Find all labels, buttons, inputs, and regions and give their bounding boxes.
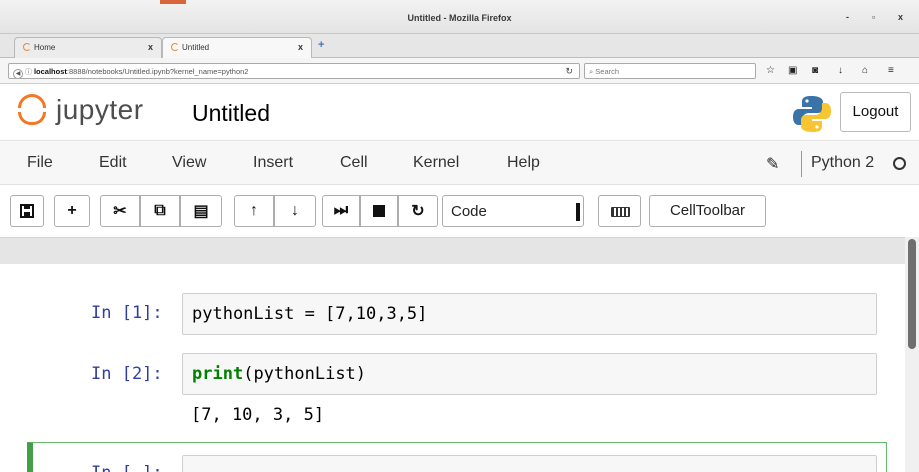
tab-home[interactable]: Home x: [14, 37, 162, 58]
restart-kernel-button[interactable]: ↻: [398, 195, 438, 227]
menu-view[interactable]: View: [172, 154, 206, 172]
cell-3-selected[interactable]: In [ ]:: [27, 442, 887, 472]
copy-cells-button[interactable]: ⧉: [140, 195, 180, 227]
command-palette-button[interactable]: [598, 195, 641, 227]
tab-home-label: Home: [34, 43, 56, 52]
menu-kernel[interactable]: Kernel: [413, 154, 459, 172]
download-icon[interactable]: ↓: [838, 65, 843, 76]
interrupt-kernel-button[interactable]: [360, 195, 398, 227]
copy-icon: ⧉: [154, 202, 166, 219]
loading-icon: [23, 43, 31, 51]
pocket-icon[interactable]: ◙: [812, 65, 818, 76]
run-cell-button[interactable]: ⏭: [322, 195, 360, 227]
cell-1-input[interactable]: pythonList = [7,10,3,5]: [182, 293, 877, 335]
cell-2-source-arg: pythonList: [253, 364, 356, 384]
edit-mode-pencil-icon: ✎: [766, 156, 780, 173]
notebook-toolbar: + ✂ ⧉ ▤ ↑ ↓ ⏭ ↻ Code CellToolbar: [0, 185, 919, 237]
logout-button[interactable]: Logout: [840, 92, 911, 132]
cell-2-output: [7, 10, 3, 5]: [191, 405, 325, 425]
cell-2-source-func: print: [192, 364, 244, 384]
cell-1-source: pythonList = [7,10,3,5]: [192, 304, 428, 324]
notebook-name[interactable]: Untitled: [192, 100, 270, 127]
site-info-icon[interactable]: ⓘ: [25, 69, 34, 76]
cut-cells-button[interactable]: ✂: [100, 195, 140, 227]
insert-cell-below-button[interactable]: +: [54, 195, 90, 227]
minimize-button[interactable]: -: [846, 12, 849, 22]
notebook-menubar: File Edit View Insert Cell Kernel Help ✎…: [0, 140, 919, 185]
scissors-icon: ✂: [113, 203, 127, 220]
kernel-divider: [801, 151, 802, 177]
cell-type-select[interactable]: Code: [442, 195, 584, 227]
window-titlebar: Untitled - Mozilla Firefox - ▫ x: [0, 0, 919, 34]
titlebar-accent: [160, 0, 186, 4]
loading-icon: [171, 43, 179, 51]
move-cell-down-button[interactable]: ↓: [274, 195, 316, 227]
menu-icon[interactable]: ≡: [888, 65, 894, 76]
move-cell-up-button[interactable]: ↑: [234, 195, 274, 227]
tab-untitled[interactable]: Untitled x: [162, 37, 312, 58]
paste-icon: ▤: [193, 203, 209, 220]
jupyter-logo-icon[interactable]: [18, 94, 46, 125]
reload-icon[interactable]: ↻: [565, 66, 573, 77]
new-tab-button[interactable]: +: [318, 39, 324, 51]
plus-icon: +: [67, 202, 77, 219]
menu-edit[interactable]: Edit: [99, 154, 127, 172]
restart-icon: ↻: [411, 203, 425, 220]
kernel-name: Python 2: [811, 154, 875, 171]
cell-1-prompt: In [1]:: [91, 303, 163, 323]
url-host: localhost: [33, 67, 67, 76]
cell-2-input[interactable]: print(pythonList): [182, 353, 877, 395]
arrow-up-icon: ↑: [250, 202, 258, 219]
home-icon[interactable]: ⌂: [862, 65, 868, 76]
url-path: :8888/notebooks/Untitled.ipynb?kernel_na…: [66, 67, 249, 76]
close-window-button[interactable]: x: [898, 12, 903, 22]
save-icon: [20, 204, 34, 218]
arrow-down-icon: ↓: [291, 202, 299, 219]
jupyter-wordmark[interactable]: jupyter: [56, 94, 144, 126]
back-icon[interactable]: ◀: [13, 69, 23, 78]
notebook-scrollbar[interactable]: [905, 237, 919, 472]
star-icon[interactable]: ☆: [766, 65, 775, 76]
stop-icon: [373, 205, 385, 217]
notebook-header-strip: [0, 237, 905, 264]
search-bar[interactable]: ⌕ Search: [584, 63, 756, 79]
kernel-idle-indicator-icon: [893, 157, 906, 170]
jupyter-header: jupyter Untitled Logout: [0, 84, 919, 140]
url-bar[interactable]: ◀ ⓘ localhost:8888/notebooks/Untitled.ipy…: [8, 63, 580, 79]
select-arrow-icon: [576, 203, 580, 221]
menu-help[interactable]: Help: [507, 154, 540, 172]
bookmarks-icon[interactable]: ▣: [788, 65, 797, 76]
menu-file[interactable]: File: [27, 154, 53, 172]
navigation-toolbar: ◀ ⓘ localhost:8888/notebooks/Untitled.ipy…: [0, 58, 919, 84]
scrollbar-thumb[interactable]: [908, 239, 916, 349]
tab-untitled-close-icon[interactable]: x: [298, 42, 303, 52]
cell-2-prompt: In [2]:: [91, 364, 163, 384]
menu-insert[interactable]: Insert: [253, 154, 293, 172]
python-logo-icon: [793, 96, 831, 132]
tab-strip: Home x Untitled x +: [0, 34, 919, 58]
cell-type-value: Code: [451, 203, 487, 220]
step-forward-icon: ⏭: [333, 202, 349, 219]
maximize-button[interactable]: ▫: [872, 12, 875, 22]
tab-home-close-icon[interactable]: x: [148, 42, 153, 52]
menu-cell[interactable]: Cell: [340, 154, 368, 172]
cell-3-prompt: In [ ]:: [91, 463, 163, 472]
cell-3-input[interactable]: [182, 455, 877, 472]
save-button[interactable]: [10, 195, 44, 227]
tab-untitled-label: Untitled: [182, 43, 210, 52]
search-placeholder: Search: [595, 67, 620, 76]
keyboard-icon: [611, 207, 630, 217]
celltoolbar-button[interactable]: CellToolbar: [649, 195, 766, 227]
window-title: Untitled - Mozilla Firefox: [407, 13, 512, 23]
paste-cells-button[interactable]: ▤: [180, 195, 222, 227]
